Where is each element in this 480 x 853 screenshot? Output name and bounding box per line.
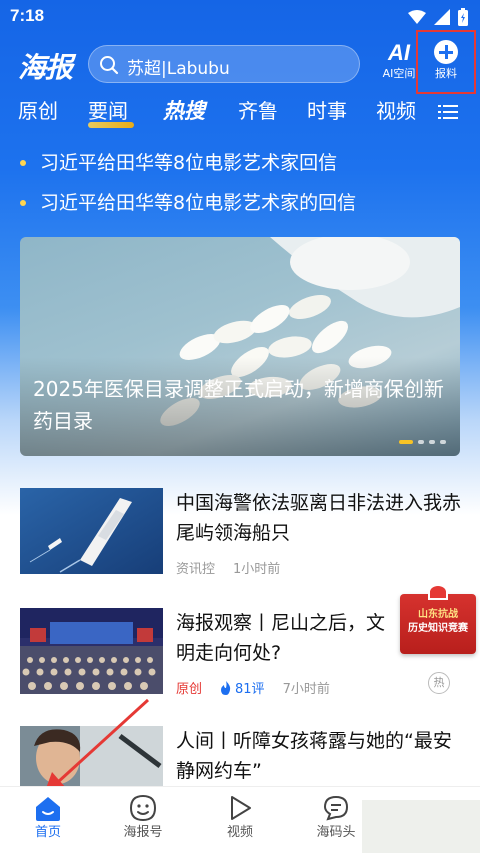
ai-icon: AI	[388, 40, 410, 65]
status-time: 7:18	[10, 6, 45, 25]
nav-haibaohao[interactable]: 海报号	[108, 793, 178, 843]
news-source: 资讯控	[176, 562, 216, 577]
headline-item[interactable]: 习近平给田华等8位电影艺术家回信	[0, 146, 480, 186]
promo-line-1: 山东抗战	[418, 609, 458, 620]
tab-current-affairs[interactable]: 时事	[307, 96, 347, 126]
news-thumbnail	[20, 488, 163, 574]
status-bar: 7:18	[0, 0, 480, 34]
news-meta: 原创 81评 7小时前	[176, 678, 330, 697]
banner-carousel[interactable]: 2025年医保目录调整正式启动，新增商保创新药目录	[20, 237, 460, 456]
corner-overlay	[362, 800, 480, 853]
channel-tabs: 原创 要闻 热搜 齐鲁 时事 视频	[0, 96, 480, 130]
coast-guard-ship-image	[20, 488, 163, 574]
top-bar: 海报 苏超|Labubu AI AI空间 报料	[0, 30, 480, 94]
headline-list: 习近平给田华等8位电影艺术家回信 习近平给田华等8位电影艺术家的回信	[0, 146, 480, 226]
ai-space-label: AI空间	[382, 67, 416, 80]
carousel-dot	[429, 440, 435, 444]
chat-icon	[323, 795, 349, 821]
tab-qilu[interactable]: 齐鲁	[238, 96, 278, 126]
report-button[interactable]: 报料	[416, 30, 476, 94]
channel-menu-icon[interactable]	[438, 104, 458, 120]
news-thumbnail	[20, 726, 163, 786]
nav-haimatou[interactable]: 海码头	[301, 793, 371, 843]
hot-close-icon[interactable]: 热	[428, 672, 450, 694]
fire-icon	[221, 680, 231, 695]
flag-icon	[428, 584, 448, 600]
carousel-dot	[418, 440, 424, 444]
search-input[interactable]: 苏超|Labubu	[88, 45, 360, 83]
banner-title: 2025年医保目录调整正式启动，新增商保创新药目录	[33, 377, 444, 433]
news-title: 海报观察丨尼山之后，文明走向何处?	[176, 612, 386, 664]
headline-item[interactable]: 习近平给田华等8位电影艺术家的回信	[0, 186, 480, 226]
play-icon	[231, 796, 251, 820]
tab-video[interactable]: 视频	[376, 96, 416, 126]
news-title: 人间丨听障女孩蒋露与她的“最安静网约车”	[176, 730, 452, 782]
tab-news-label: 要闻	[88, 99, 128, 123]
news-meta: 资讯控 1小时前	[176, 558, 280, 577]
tab-trending[interactable]: 热搜	[163, 96, 205, 126]
search-query: 苏超|Labubu	[127, 59, 230, 79]
nav-home[interactable]: 首页	[13, 793, 83, 843]
promo-line-2: 历史知识竞赛	[408, 623, 468, 634]
face-icon	[129, 794, 157, 822]
bullet-dot	[20, 200, 26, 206]
report-label: 报料	[435, 67, 457, 80]
news-title: 中国海警依法驱离日非法进入我赤尾屿领海船只	[176, 492, 462, 544]
nav-home-label: 首页	[34, 825, 61, 840]
nav-video[interactable]: 视频	[205, 793, 275, 843]
nav-video-label: 视频	[226, 825, 253, 840]
bullet-dot	[20, 160, 26, 166]
headline-text: 习近平给田华等8位电影艺术家的回信	[40, 192, 357, 214]
status-icons	[408, 8, 468, 26]
carousel-indicator	[399, 440, 446, 444]
headline-text: 习近平给田华等8位电影艺术家回信	[40, 152, 338, 174]
conference-hall-image	[20, 608, 163, 694]
news-time: 7小时前	[282, 682, 330, 697]
car-driver-image	[20, 726, 163, 786]
quiz-promo-badge[interactable]: 山东抗战 历史知识竞赛	[400, 584, 476, 654]
news-thumbnail	[20, 608, 163, 694]
search-icon	[100, 56, 119, 75]
news-time: 1小时前	[233, 562, 281, 577]
comment-count: 81评	[220, 678, 265, 697]
tab-original[interactable]: 原创	[18, 96, 58, 126]
nav-haimatou-label: 海码头	[316, 825, 356, 840]
news-source: 原创	[176, 682, 203, 697]
comment-count-text: 81评	[235, 682, 265, 697]
carousel-dot	[440, 440, 446, 444]
app-logo: 海报	[18, 51, 73, 84]
plus-circle-icon	[434, 40, 458, 64]
nav-haibaohao-label: 海报号	[123, 825, 163, 840]
wifi-icon	[408, 10, 426, 24]
battery-icon	[458, 8, 468, 26]
signal-icon	[434, 9, 450, 25]
home-icon	[36, 797, 60, 821]
ai-space-button[interactable]: AI AI空间	[378, 40, 420, 86]
carousel-dot-active	[399, 440, 413, 444]
tab-news[interactable]: 要闻	[88, 96, 134, 128]
